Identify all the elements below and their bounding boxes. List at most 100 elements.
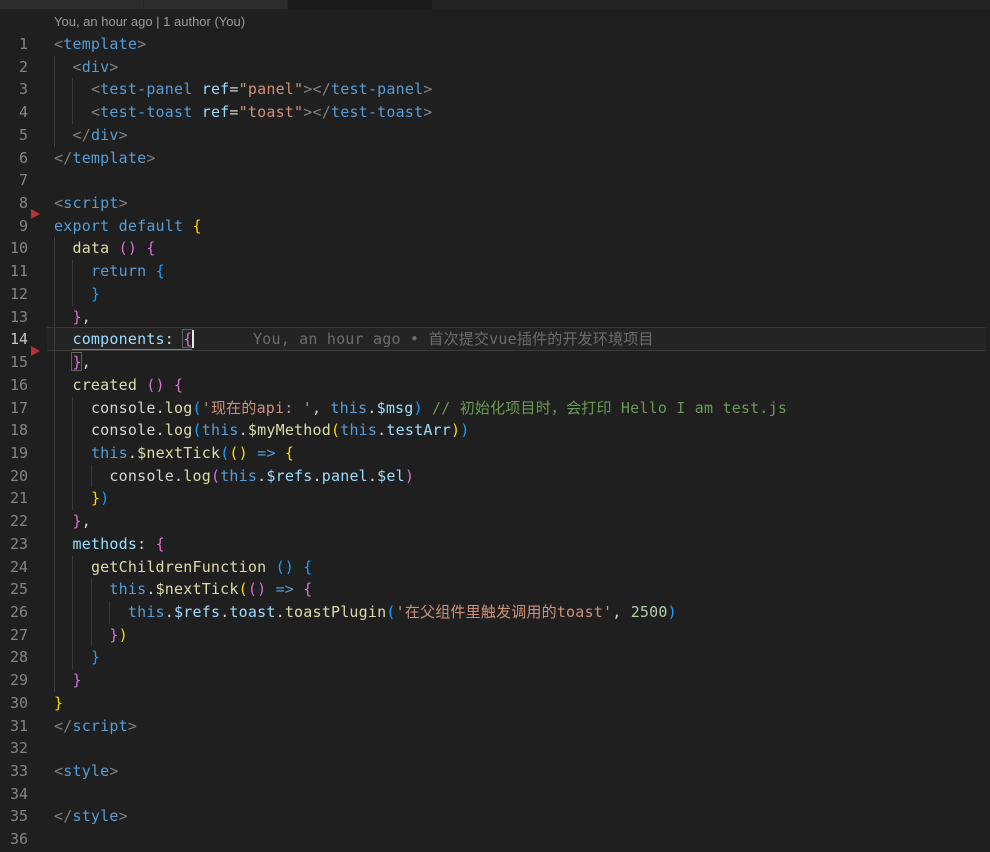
code-line[interactable]: 16 created () { — [0, 374, 990, 397]
line-number[interactable]: 11 — [0, 260, 28, 283]
code-line[interactable]: 30} — [0, 692, 990, 715]
code-text: <script> — [54, 192, 128, 215]
code-text: console.log(this.$myMethod(this.testArr)… — [54, 419, 469, 442]
code-line[interactable]: 29 } — [0, 669, 990, 692]
token-b2: { — [174, 376, 183, 394]
token-pn: > — [109, 58, 118, 76]
code-line[interactable]: 35</style> — [0, 805, 990, 828]
line-number[interactable]: 34 — [0, 783, 28, 806]
line-number[interactable]: 25 — [0, 578, 28, 601]
line-number[interactable]: 29 — [0, 669, 28, 692]
code-line[interactable]: 26 this.$refs.toast.toastPlugin('在父组件里触发… — [0, 601, 990, 624]
code-line[interactable]: 13 }, — [0, 306, 990, 329]
line-number[interactable]: 15 — [0, 351, 28, 374]
tab-inactive-1[interactable] — [0, 0, 143, 9]
code-line[interactable]: 22 }, — [0, 510, 990, 533]
line-number[interactable]: 2 — [0, 56, 28, 79]
gutter-marker-red-triangle-icon[interactable] — [31, 209, 40, 219]
code-line[interactable]: 5 </div> — [0, 124, 990, 147]
code-text: </script> — [54, 715, 137, 738]
line-number[interactable]: 18 — [0, 419, 28, 442]
code-line[interactable]: 12 } — [0, 283, 990, 306]
code-line[interactable]: 14 components: {You, an hour ago • 首次提交v… — [0, 328, 990, 351]
line-number[interactable]: 28 — [0, 646, 28, 669]
line-number[interactable]: 1 — [0, 33, 28, 56]
code-line[interactable]: 15 }, — [0, 351, 990, 374]
code-line[interactable]: 9export default { — [0, 215, 990, 238]
code-line[interactable]: 8 <script> — [0, 192, 990, 215]
line-number[interactable]: 4 — [0, 101, 28, 124]
code-line[interactable]: 2 <div> — [0, 56, 990, 79]
code-line[interactable]: 3 <test-panel ref="panel"></test-panel> — [0, 78, 990, 101]
code-text: this.$refs.toast.toastPlugin('在父组件里触发调用的… — [54, 601, 677, 624]
code-line[interactable]: 11 return { — [0, 260, 990, 283]
code-line[interactable]: 18 console.log(this.$myMethod(this.testA… — [0, 419, 990, 442]
line-number[interactable]: 20 — [0, 465, 28, 488]
code-line[interactable]: 32 — [0, 737, 990, 760]
line-number[interactable]: 13 — [0, 306, 28, 329]
code-line[interactable]: 21 }) — [0, 487, 990, 510]
code-line[interactable]: 19 this.$nextTick(() => { — [0, 442, 990, 465]
line-number[interactable]: 19 — [0, 442, 28, 465]
line-number[interactable]: 9 — [0, 215, 28, 238]
token-pn: ></ — [303, 103, 331, 121]
tab-inactive-2[interactable] — [144, 0, 287, 9]
line-number[interactable]: 22 — [0, 510, 28, 533]
code-text: <test-toast ref="toast"></test-toast> — [54, 101, 433, 124]
code-text: </div> — [54, 124, 128, 147]
code-line[interactable]: 33<style> — [0, 760, 990, 783]
code-line[interactable]: 17 console.log('现在的api: ', this.$msg) //… — [0, 397, 990, 420]
line-number[interactable]: 32 — [0, 737, 28, 760]
token-b2: () — [119, 239, 137, 257]
token-wh — [54, 262, 91, 280]
line-number[interactable]: 26 — [0, 601, 28, 624]
code-line[interactable]: 10 data () { — [0, 237, 990, 260]
token-wh — [54, 376, 72, 394]
line-number[interactable]: 27 — [0, 624, 28, 647]
line-number[interactable]: 17 — [0, 397, 28, 420]
code-line[interactable]: 36 — [0, 828, 990, 851]
line-number[interactable]: 8 — [0, 192, 28, 215]
code-line[interactable]: 7 — [0, 169, 990, 192]
line-number[interactable]: 6 — [0, 147, 28, 170]
token-wh — [192, 103, 201, 121]
token-b2: } — [72, 671, 81, 689]
code-line[interactable]: 23 methods: { — [0, 533, 990, 556]
code-line[interactable]: 6</template> — [0, 147, 990, 170]
line-number[interactable]: 30 — [0, 692, 28, 715]
line-number[interactable]: 7 — [0, 169, 28, 192]
code-line[interactable]: 27 }) — [0, 624, 990, 647]
line-number[interactable]: 24 — [0, 556, 28, 579]
line-number[interactable]: 21 — [0, 487, 28, 510]
line-number[interactable]: 12 — [0, 283, 28, 306]
token-wh — [165, 376, 174, 394]
token-wh: , — [82, 353, 91, 371]
code-line[interactable]: 31 </script> — [0, 715, 990, 738]
code-editor[interactable]: 1<template>2 <div>3 <test-panel ref="pan… — [0, 33, 990, 851]
line-number[interactable]: 5 — [0, 124, 28, 147]
codelens-blame-annotation[interactable]: You, an hour ago | 1 author (You) — [54, 10, 245, 33]
line-number[interactable]: 33 — [0, 760, 28, 783]
token-b3: ) — [100, 489, 109, 507]
token-pn: > — [137, 35, 146, 53]
tab-active[interactable] — [288, 0, 432, 9]
line-number[interactable]: 36 — [0, 828, 28, 851]
line-number[interactable]: 14 — [0, 328, 28, 351]
line-number[interactable]: 16 — [0, 374, 28, 397]
token-wh — [54, 421, 91, 439]
line-number[interactable]: 31 — [0, 715, 28, 738]
code-line[interactable]: 4 <test-toast ref="toast"></test-toast> — [0, 101, 990, 124]
code-line[interactable]: 28 } — [0, 646, 990, 669]
line-number[interactable]: 23 — [0, 533, 28, 556]
line-number[interactable]: 3 — [0, 78, 28, 101]
code-line[interactable]: 24 getChildrenFunction () { — [0, 556, 990, 579]
code-line[interactable]: 34 — [0, 783, 990, 806]
token-tag: script — [72, 717, 127, 735]
gutter-marker-red-triangle-icon[interactable] — [31, 346, 40, 356]
code-line[interactable]: 20 console.log(this.$refs.panel.$el) — [0, 465, 990, 488]
line-number[interactable]: 35 — [0, 805, 28, 828]
line-number[interactable]: 10 — [0, 237, 28, 260]
code-line[interactable]: 1<template> — [0, 33, 990, 56]
token-kw: this — [128, 603, 165, 621]
code-line[interactable]: 25 this.$nextTick(() => { — [0, 578, 990, 601]
